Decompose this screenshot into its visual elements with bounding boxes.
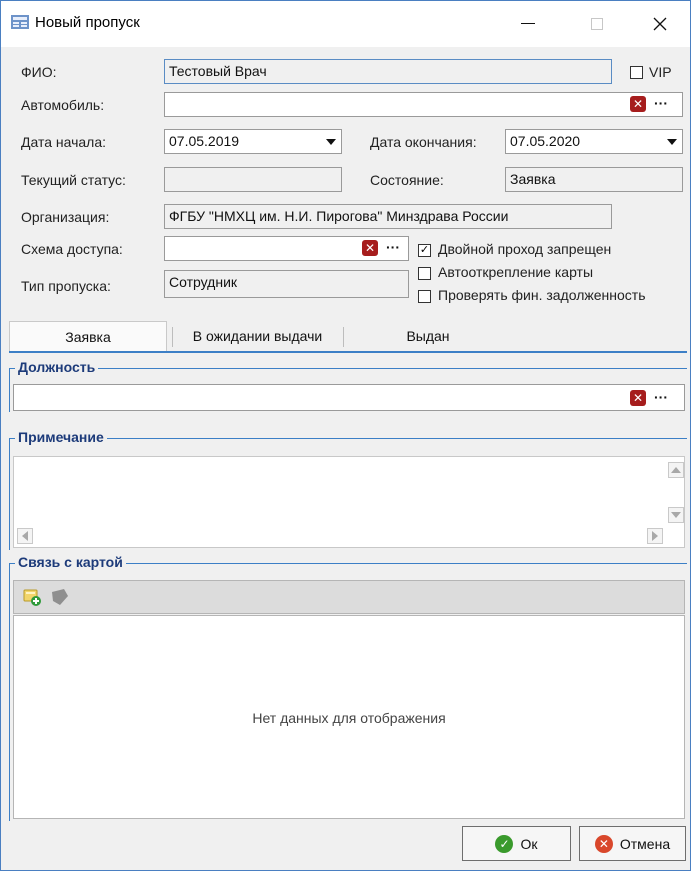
scheme-clear-icon[interactable]: ✕ xyxy=(362,240,378,256)
ok-check-icon: ✓ xyxy=(495,834,514,853)
org-label: Организация: xyxy=(21,209,110,225)
position-field[interactable] xyxy=(13,384,685,411)
end-date-label: Дата окончания: xyxy=(370,134,477,150)
scroll-left-icon[interactable] xyxy=(17,528,33,544)
new-pass-window: Новый пропуск ФИО: Тестовый Врач VIP Авт… xyxy=(0,0,691,871)
fio-field: Тестовый Врач xyxy=(164,59,612,84)
scheme-more-icon[interactable]: ··· xyxy=(386,239,400,255)
car-more-icon[interactable]: ··· xyxy=(654,95,668,111)
state-label: Состояние: xyxy=(370,172,444,188)
window-title: Новый пропуск xyxy=(35,14,140,31)
status-label: Текущий статус: xyxy=(21,172,126,188)
form-icon xyxy=(11,14,29,30)
note-section-border-left xyxy=(9,438,10,550)
tab-separator xyxy=(343,327,344,347)
pass-type-label: Тип пропуска: xyxy=(21,278,111,294)
start-date-field[interactable]: 07.05.2019 xyxy=(164,129,342,154)
position-section-border xyxy=(9,368,687,369)
note-textarea[interactable] xyxy=(13,456,685,548)
state-field: Заявка xyxy=(505,167,683,192)
end-date-value: 07.05.2020 xyxy=(510,133,581,149)
ok-button-label: Ок xyxy=(520,835,538,852)
double-pass-label: Двойной проход запрещен xyxy=(438,241,612,257)
start-date-label: Дата начала: xyxy=(21,134,107,150)
card-toolbar xyxy=(13,580,685,614)
car-field[interactable] xyxy=(164,92,683,117)
fio-label: ФИО: xyxy=(21,64,57,80)
scroll-down-icon[interactable] xyxy=(668,507,684,523)
empty-grid-message: Нет данных для отображения xyxy=(252,710,446,726)
start-date-value: 07.05.2019 xyxy=(169,133,240,149)
position-more-icon[interactable]: ··· xyxy=(654,389,668,405)
org-field: ФГБУ "НМХЦ им. Н.И. Пирогова" Минздрава … xyxy=(164,204,612,229)
auto-unbind-checkbox[interactable] xyxy=(418,267,431,280)
chevron-down-icon[interactable] xyxy=(667,139,677,145)
vip-label: VIP xyxy=(649,64,672,80)
position-clear-icon[interactable]: ✕ xyxy=(630,390,646,406)
card-grid: Нет данных для отображения xyxy=(13,615,685,819)
note-section-title: Примечание xyxy=(15,429,107,445)
maximize-button xyxy=(573,1,621,47)
tab-awaiting-issue[interactable]: В ожидании выдачи xyxy=(175,321,340,351)
position-section-title: Должность xyxy=(15,359,99,375)
tab-separator xyxy=(172,327,173,347)
minimize-button[interactable] xyxy=(504,1,552,47)
cancel-button-label: Отмена xyxy=(619,835,671,852)
title-bar: Новый пропуск xyxy=(1,1,690,47)
car-clear-icon[interactable]: ✕ xyxy=(630,96,646,112)
car-label: Автомобиль: xyxy=(21,97,105,113)
end-date-field[interactable]: 07.05.2020 xyxy=(505,129,683,154)
tab-request[interactable]: Заявка xyxy=(9,321,167,351)
cancel-x-icon: ✕ xyxy=(594,834,613,853)
scheme-label: Схема доступа: xyxy=(21,241,123,257)
check-debt-label: Проверять фин. задолженность xyxy=(438,287,646,303)
auto-unbind-label: Автооткрепление карты xyxy=(438,264,594,280)
cancel-button[interactable]: ✕ Отмена xyxy=(579,826,686,861)
scroll-up-icon[interactable] xyxy=(668,462,684,478)
card-section-title: Связь с картой xyxy=(15,554,126,570)
vip-checkbox[interactable] xyxy=(630,66,643,79)
card-section-border-left xyxy=(9,563,10,821)
pass-type-field: Сотрудник xyxy=(164,270,409,298)
add-card-icon[interactable] xyxy=(22,587,42,610)
ok-button[interactable]: ✓ Ок xyxy=(462,826,571,861)
chevron-down-icon[interactable] xyxy=(326,139,336,145)
check-debt-checkbox[interactable] xyxy=(418,290,431,303)
close-button[interactable] xyxy=(636,1,684,47)
position-section-border-left xyxy=(9,368,10,412)
status-tabs: Заявка В ожидании выдачи Выдан xyxy=(9,321,687,353)
note-section-border xyxy=(9,438,687,439)
status-field xyxy=(164,167,342,192)
double-pass-checkbox[interactable]: ✓ xyxy=(418,244,431,257)
remove-card-icon xyxy=(50,588,70,609)
tab-issued[interactable]: Выдан xyxy=(349,321,507,351)
scroll-right-icon[interactable] xyxy=(647,528,663,544)
